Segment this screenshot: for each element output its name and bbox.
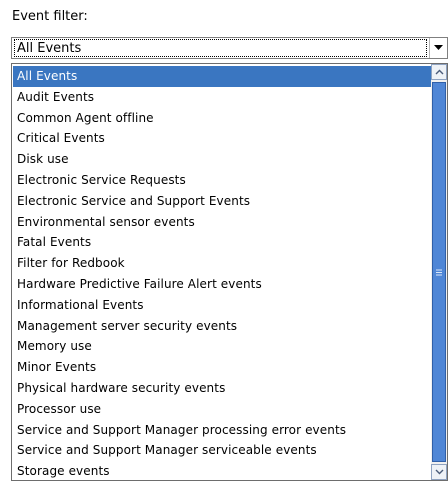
option-item[interactable]: Service and Support Manager processing e… [13,420,431,441]
event-filter-selected-value[interactable]: All Events [14,39,427,57]
option-item[interactable]: Disk use [13,149,431,170]
option-item[interactable]: Fatal Events [13,232,431,253]
option-item[interactable]: Memory use [13,336,431,357]
event-filter-dropdown[interactable]: All Events [11,37,448,59]
option-item[interactable]: Processor use [13,399,431,420]
option-item[interactable]: Audit Events [13,87,431,108]
dropdown-toggle-button[interactable] [429,38,447,58]
event-filter-label: Event filter: [12,9,88,24]
options: All Events Audit Events Common Agent offli… [13,66,431,480]
option-item[interactable]: Management server security events [13,316,431,337]
option-item[interactable]: Electronic Service Requests [13,170,431,191]
event-filter-panel: Event filter: All Events All Events Audit… [0,0,448,482]
option-item[interactable]: Filter for Redbook [13,253,431,274]
option-item[interactable]: Physical hardware security events [13,378,431,399]
chevron-up-icon [435,69,443,75]
option-item[interactable]: Environmental sensor events [13,212,431,233]
option-item[interactable]: Hardware Predictive Failure Alert events [13,274,431,295]
vertical-scrollbar[interactable] [431,64,447,480]
option-item[interactable]: Minor Events [13,357,431,378]
option-item[interactable]: Electronic Service and Support Events [13,191,431,212]
option-item[interactable]: Service and Support Manager serviceable … [13,440,431,461]
option-item[interactable]: Critical Events [13,128,431,149]
event-filter-options-list[interactable]: All Events Audit Events Common Agent offli… [11,63,448,481]
option-item[interactable]: Storage events [13,461,431,480]
scroll-thumb[interactable] [432,82,446,462]
grip-lines-icon [436,269,442,275]
option-item-selected[interactable]: All Events [13,66,431,87]
chevron-down-icon [435,469,443,475]
option-item[interactable]: Common Agent offline [13,108,431,129]
option-item[interactable]: Informational Events [13,295,431,316]
scroll-down-button[interactable] [431,464,447,480]
scroll-up-button[interactable] [431,64,447,80]
chevron-down-icon [434,45,443,50]
